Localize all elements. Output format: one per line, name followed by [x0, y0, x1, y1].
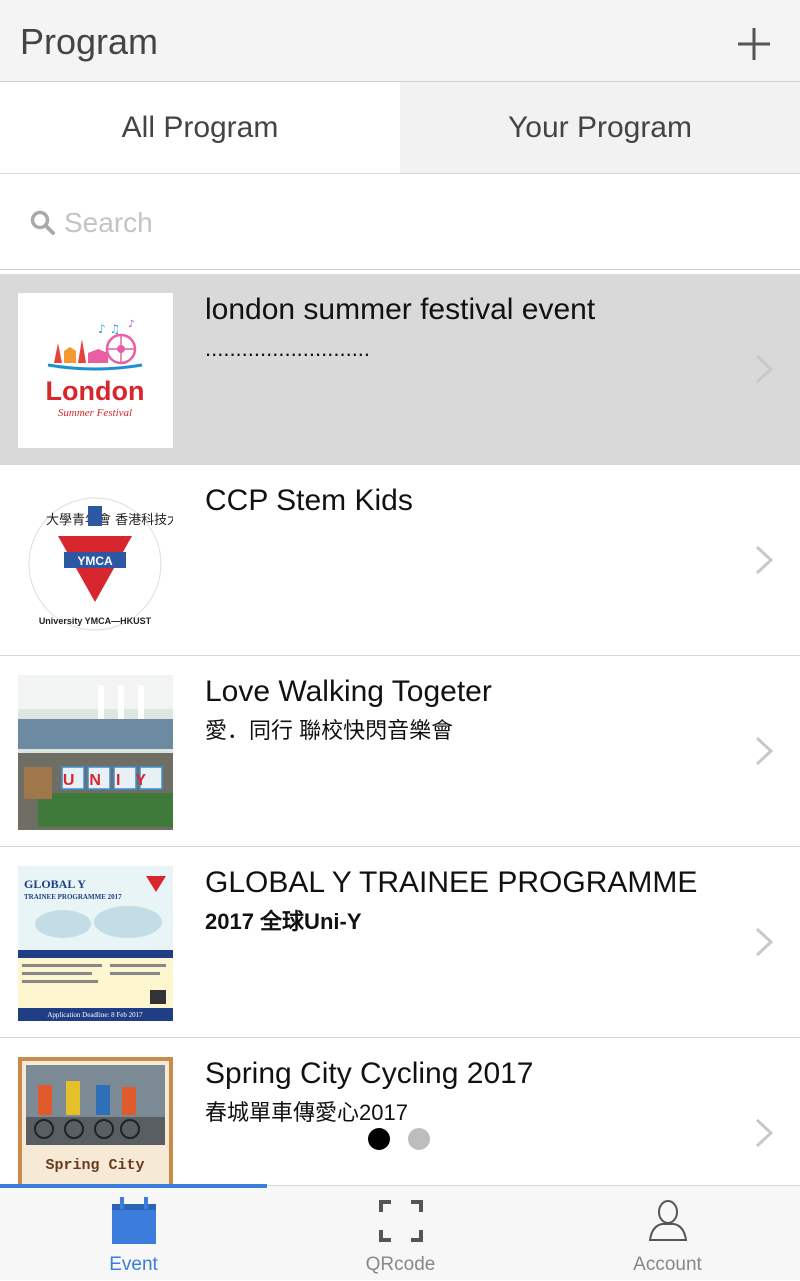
search-input[interactable] [62, 200, 766, 246]
thumbnail-uniy-label: UNIY [63, 772, 161, 789]
program-subtitle: ........................... [205, 336, 371, 361]
chevron-right-icon [755, 736, 774, 766]
program-thumbnail: UNIY [18, 675, 173, 830]
thumbnail-ymca-sublabel: University YMCA—HKUST [39, 616, 152, 626]
qr-scan-icon [379, 1200, 423, 1242]
chevron-right-icon [755, 545, 774, 575]
list-item[interactable]: GLOBAL Y TRAINEE PROGRAMME 2017 Applicat… [0, 847, 800, 1038]
program-thumbnail: 大學青年會 香港科技大學 YMCA University YMCA—HKUST [18, 484, 173, 639]
program-thumbnail: ♪ ♫ ♪ London Summer Festival [18, 293, 173, 448]
program-title: Love Walking Togeter [205, 675, 492, 708]
program-title: Spring City Cycling 2017 [205, 1057, 534, 1090]
nav-qrcode-label: QRcode [365, 1254, 436, 1275]
program-thumbnail: GLOBAL Y TRAINEE PROGRAMME 2017 Applicat… [18, 866, 173, 1021]
app-header: Program [0, 0, 800, 82]
plus-icon[interactable] [730, 20, 778, 68]
svg-text:♪: ♪ [128, 319, 134, 330]
nav-account[interactable]: Account [534, 1186, 800, 1281]
page-title: Program [20, 21, 159, 62]
page-dot-active[interactable] [368, 1128, 390, 1150]
bottom-nav: Event QRcode Account [0, 1184, 800, 1281]
nav-qrcode[interactable]: QRcode [267, 1186, 534, 1281]
thumbnail-globaly-footer: Application Deadline: 8 Feb 2017 [47, 1011, 143, 1019]
program-subtitle: 愛．同行 聯校快閃音樂會 [205, 718, 454, 743]
program-tabs: All Program Your Program [0, 82, 800, 174]
page-dot[interactable] [408, 1128, 430, 1150]
thumbnail-ymca-label: YMCA [77, 554, 113, 568]
svg-text:♪ ♫: ♪ ♫ [98, 322, 120, 336]
thumbnail-globaly-label: GLOBAL Y [24, 877, 86, 891]
thumbnail-london-label: London [46, 376, 145, 406]
chevron-right-icon [755, 354, 774, 384]
program-subtitle: 2017 全球Uni-Y [205, 909, 362, 934]
page-indicator [368, 1128, 438, 1152]
program-list: ♪ ♫ ♪ London Summer Festival london summ… [0, 274, 800, 1186]
nav-account-label: Account [633, 1254, 702, 1275]
list-item[interactable]: ♪ ♫ ♪ London Summer Festival london summ… [0, 274, 800, 465]
list-item[interactable]: 大學青年會 香港科技大學 YMCA University YMCA—HKUST … [0, 465, 800, 656]
nav-event-label: Event [109, 1254, 158, 1275]
program-title: CCP Stem Kids [205, 484, 413, 517]
program-title: london summer festival event [205, 293, 596, 326]
tab-your-program[interactable]: Your Program [400, 82, 800, 173]
thumbnail-london-sublabel: Summer Festival [58, 407, 132, 419]
nav-event[interactable]: Event [0, 1186, 267, 1281]
list-item[interactable]: UNIY Love Walking Togeter 愛．同行 聯校快閃音樂會 [0, 656, 800, 847]
thumbnail-springcity-label: Spring City [45, 1157, 144, 1174]
search-bar [0, 174, 800, 270]
thumbnail-globaly-sublabel: TRAINEE PROGRAMME 2017 [24, 893, 122, 901]
search-icon [30, 210, 55, 235]
program-subtitle: 春城單車傳愛心2017 [205, 1100, 408, 1125]
tab-all-program[interactable]: All Program [0, 82, 400, 173]
chevron-right-icon [755, 927, 774, 957]
program-thumbnail: Spring City [18, 1057, 173, 1186]
user-icon [648, 1200, 688, 1241]
program-title: GLOBAL Y TRAINEE PROGRAMME [205, 866, 698, 899]
chevron-right-icon [755, 1118, 774, 1148]
list-item[interactable]: Spring City Spring City Cycling 2017 春城單… [0, 1038, 800, 1186]
calendar-icon [112, 1197, 156, 1244]
thumbnail-ymca-chinese: 大學青年會 香港科技大學 [46, 513, 173, 528]
